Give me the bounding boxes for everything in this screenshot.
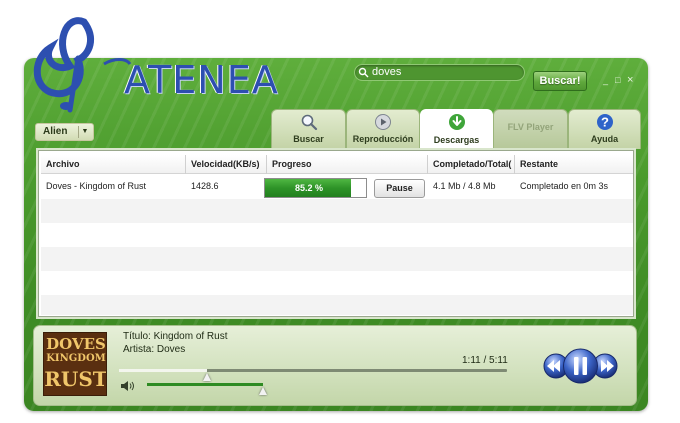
magnifier-icon <box>301 114 317 131</box>
album-art-line: KINGDOM <box>46 353 106 364</box>
volume-slider[interactable] <box>147 383 263 386</box>
search-button[interactable]: Buscar! <box>533 71 587 91</box>
table-row <box>41 247 633 271</box>
column-header-completado[interactable]: Completado/Total( <box>428 155 515 174</box>
search-input[interactable]: doves <box>354 64 525 81</box>
table-row <box>41 223 633 247</box>
progress-text: 85.2 % <box>294 183 324 193</box>
track-title: Título: Kingdom of Rust <box>123 331 228 342</box>
volume-handle[interactable] <box>259 387 267 395</box>
play-pause-button[interactable] <box>563 348 598 384</box>
close-icon[interactable]: × <box>627 75 633 86</box>
pause-button[interactable]: Pause <box>374 179 425 198</box>
download-progress-bar: 85.2 % <box>264 178 367 198</box>
table-row <box>41 199 633 223</box>
column-header-progreso[interactable]: Progreso <box>267 155 428 174</box>
tab-label: Descargas <box>433 135 480 145</box>
seek-handle[interactable] <box>203 373 212 381</box>
treble-clef-icon <box>33 17 132 113</box>
atenea-logo: ATENEA <box>26 14 278 114</box>
speaker-icon[interactable] <box>120 380 136 392</box>
pause-icon <box>574 357 579 375</box>
tab-descargas[interactable]: Descargas <box>420 109 493 150</box>
cell-completado: 4.1 Mb / 4.8 Mb <box>433 181 496 191</box>
table-header: Archivo Velocidad(KB/s) Progreso Complet… <box>41 155 633 174</box>
downloads-table: Archivo Velocidad(KB/s) Progreso Complet… <box>38 150 634 317</box>
play-icon <box>375 114 391 130</box>
search-icon <box>358 67 369 78</box>
minimize-icon[interactable]: _ <box>603 76 608 85</box>
album-art: DOVES KINGDOM RUST <box>43 332 107 396</box>
track-artist: Artista: Doves <box>123 344 186 355</box>
download-arrow-icon <box>448 114 465 130</box>
tab-ayuda[interactable]: ? Ayuda <box>568 109 641 149</box>
svg-text:?: ? <box>601 115 609 130</box>
user-dropdown[interactable]: Alien ▼ <box>35 123 94 141</box>
app-root: ATENEA doves Buscar! _ □ × Alien ▼ Busca… <box>0 0 680 423</box>
column-header-archivo[interactable]: Archivo <box>41 155 186 174</box>
tab-flv-player: FLV Player <box>493 109 568 149</box>
help-icon: ? <box>596 114 613 130</box>
user-dropdown-value: Alien <box>43 126 68 137</box>
table-row <box>41 295 633 315</box>
album-art-line: RUST <box>44 367 107 391</box>
seek-bar[interactable] <box>119 369 507 372</box>
logo-text: ATENEA <box>124 58 279 102</box>
tab-buscar[interactable]: Buscar <box>271 109 346 149</box>
cell-archivo: Doves - Kingdom of Rust <box>46 181 147 191</box>
tab-label: Buscar <box>293 134 324 144</box>
seek-fill <box>119 369 208 372</box>
tab-label: Reproducción <box>352 134 414 144</box>
cell-velocidad: 1428.6 <box>191 181 219 191</box>
table-row <box>41 271 633 295</box>
maximize-icon[interactable]: □ <box>615 76 620 85</box>
track-time: 1:11 / 5:11 <box>462 355 508 366</box>
tab-label: Ayuda <box>590 134 619 144</box>
tab-reproduccion[interactable]: Reproducción <box>346 109 420 149</box>
transport-controls <box>543 348 618 384</box>
column-header-velocidad[interactable]: Velocidad(KB/s) <box>186 155 267 174</box>
column-header-restante[interactable]: Restante <box>515 155 633 174</box>
chevron-down-icon: ▼ <box>78 126 91 138</box>
cell-restante: Completado en 0m 3s <box>520 181 609 191</box>
album-art-line: DOVES <box>46 335 106 353</box>
tab-label: FLV Player <box>507 122 554 132</box>
volume-fill <box>147 383 263 386</box>
